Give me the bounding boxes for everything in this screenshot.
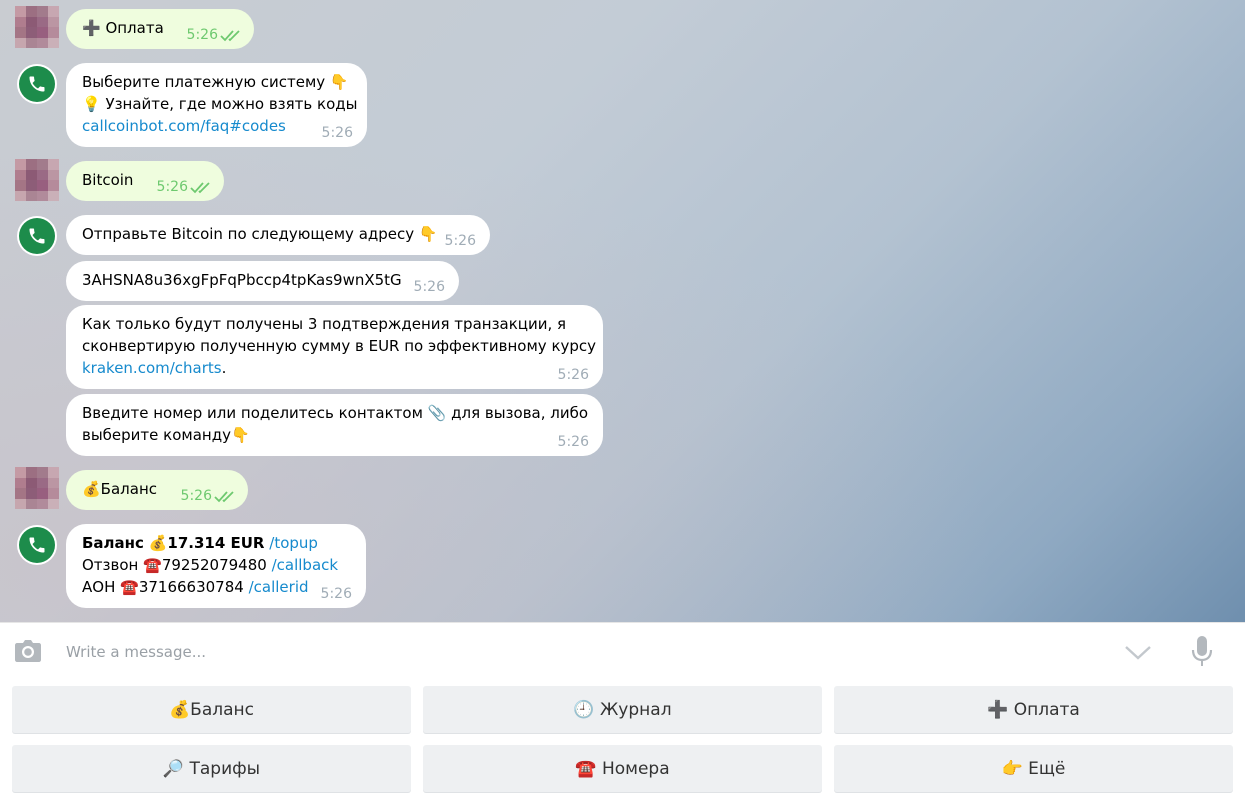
message-time: 5:26 bbox=[557, 367, 589, 383]
message-line: Выберите платежную систему 👇 bbox=[82, 73, 349, 91]
callback-label: Отзвон bbox=[82, 556, 139, 574]
double-check-icon bbox=[214, 491, 234, 503]
outgoing-message[interactable]: ➕ Оплата 5:26 bbox=[66, 9, 254, 49]
microphone-icon[interactable] bbox=[1190, 635, 1214, 669]
bot-avatar[interactable] bbox=[17, 525, 57, 565]
bot-keyboard: 💰Баланс 🕘 Журнал ➕ Оплата 🔎 Тарифы ☎️ Но… bbox=[0, 680, 1245, 798]
aon-label: АОН bbox=[82, 578, 116, 596]
message-line: Как только будут получены 3 подтверждени… bbox=[82, 315, 567, 333]
outgoing-message[interactable]: Bitcoin 5:26 bbox=[66, 161, 224, 201]
message-time: 5:26 bbox=[320, 586, 352, 602]
message-time: 5:26 bbox=[186, 27, 218, 43]
message-line: Введите номер или поделитесь контактом 📎… bbox=[82, 404, 589, 422]
double-check-icon bbox=[190, 182, 210, 194]
user-avatar[interactable] bbox=[15, 6, 59, 48]
callback-command[interactable]: /callback bbox=[272, 556, 338, 574]
phone-icon bbox=[29, 76, 45, 92]
telephone-icon: ☎️ bbox=[120, 578, 139, 596]
bitcoin-address: 3AHSNA8u36xgFpFqPbccp4tpKas9wnX5tG bbox=[82, 271, 402, 289]
chat-history: ➕ Оплата 5:26 Выберите платежную систему… bbox=[0, 0, 1245, 622]
chevron-down-icon[interactable] bbox=[1124, 644, 1152, 662]
message-text: 💰Баланс bbox=[82, 480, 157, 498]
bot-avatar[interactable] bbox=[17, 64, 57, 104]
keyboard-button-log[interactable]: 🕘 Журнал bbox=[423, 686, 822, 733]
incoming-message[interactable]: Отправьте Bitcoin по следующему адресу 👇… bbox=[66, 215, 490, 255]
keyboard-button-numbers[interactable]: ☎️ Номера bbox=[423, 745, 822, 792]
message-time: 5:26 bbox=[180, 488, 212, 504]
faq-link[interactable]: callcoinbot.com/faq#codes bbox=[82, 115, 351, 137]
balance-amount: 17.314 EUR bbox=[167, 534, 265, 552]
incoming-message[interactable]: Выберите платежную систему 👇 💡 Узнайте, … bbox=[66, 63, 367, 147]
message-time: 5:26 bbox=[321, 125, 353, 141]
money-bag-icon: 💰 bbox=[148, 534, 168, 552]
message-text: ➕ Оплата bbox=[82, 19, 164, 37]
callerid-command[interactable]: /callerid bbox=[249, 578, 309, 596]
outgoing-message[interactable]: 💰Баланс 5:26 bbox=[66, 470, 248, 510]
callback-number: 79252079480 bbox=[161, 556, 267, 574]
telephone-icon: ☎️ bbox=[143, 556, 162, 574]
message-input[interactable] bbox=[64, 637, 968, 667]
balance-label: Баланс bbox=[82, 534, 144, 552]
message-line: выберите команду👇 bbox=[82, 426, 250, 444]
message-text: Bitcoin bbox=[82, 171, 134, 189]
message-time: 5:26 bbox=[156, 179, 188, 195]
message-line: сконвертирую полученную сумму в EUR по э… bbox=[82, 337, 597, 355]
incoming-message[interactable]: Введите номер или поделитесь контактом 📎… bbox=[66, 394, 603, 456]
keyboard-button-balance[interactable]: 💰Баланс bbox=[12, 686, 411, 733]
message-text: Отправьте Bitcoin по следующему адресу 👇 bbox=[82, 225, 438, 243]
message-line: 💡 Узнайте, где можно взять коды bbox=[82, 95, 358, 113]
keyboard-button-more[interactable]: 👉 Ещё bbox=[834, 745, 1233, 792]
message-composer bbox=[0, 622, 1245, 681]
message-time: 5:26 bbox=[413, 279, 445, 295]
message-time: 5:26 bbox=[557, 434, 589, 450]
incoming-message[interactable]: Как только будут получены 3 подтверждени… bbox=[66, 305, 603, 389]
bot-avatar[interactable] bbox=[17, 216, 57, 256]
phone-icon bbox=[29, 228, 45, 244]
message-time: 5:26 bbox=[444, 233, 476, 249]
user-avatar[interactable] bbox=[15, 467, 59, 509]
topup-command[interactable]: /topup bbox=[269, 534, 318, 552]
message-text: . bbox=[221, 359, 227, 377]
phone-icon bbox=[29, 537, 45, 553]
camera-icon[interactable] bbox=[14, 639, 42, 663]
balance-message[interactable]: Баланс 💰17.314 EUR /topup Отзвон ☎️79252… bbox=[66, 524, 366, 608]
keyboard-button-tariffs[interactable]: 🔎 Тарифы bbox=[12, 745, 411, 792]
double-check-icon bbox=[220, 30, 240, 42]
user-avatar[interactable] bbox=[15, 159, 59, 201]
incoming-message[interactable]: 3AHSNA8u36xgFpFqPbccp4tpKas9wnX5tG 5:26 bbox=[66, 261, 459, 301]
keyboard-button-payment[interactable]: ➕ Оплата bbox=[834, 686, 1233, 733]
aon-number: 37166630784 bbox=[138, 578, 244, 596]
kraken-link[interactable]: kraken.com/charts bbox=[82, 359, 222, 377]
